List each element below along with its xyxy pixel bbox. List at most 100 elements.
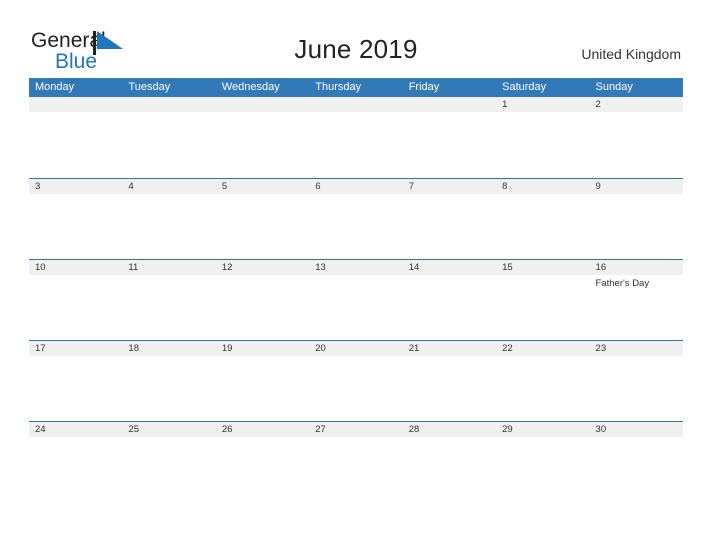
calendar-page: General Blue June 2019 United Kingdom Mo… bbox=[0, 0, 712, 550]
day-number: 2 bbox=[589, 97, 683, 112]
day-number: 18 bbox=[122, 341, 216, 356]
day-cell[interactable]: 18 bbox=[122, 341, 216, 421]
day-number: 5 bbox=[215, 179, 310, 194]
day-cell[interactable] bbox=[122, 97, 216, 178]
day-cell[interactable]: 3 bbox=[29, 179, 123, 259]
day-cell[interactable] bbox=[309, 97, 403, 178]
weekday-header-thursday: Thursday bbox=[315, 81, 362, 93]
day-number: 3 bbox=[29, 179, 123, 194]
day-events bbox=[403, 275, 496, 278]
day-number: 17 bbox=[29, 341, 123, 356]
day-events bbox=[122, 437, 215, 440]
day-events bbox=[403, 356, 496, 359]
day-cell[interactable] bbox=[402, 97, 497, 178]
day-number: 20 bbox=[309, 341, 403, 356]
day-number: 21 bbox=[402, 341, 497, 356]
day-events bbox=[309, 194, 402, 197]
day-cell[interactable]: 11 bbox=[122, 260, 216, 340]
event-label: Father's Day bbox=[595, 278, 650, 289]
day-events bbox=[403, 112, 496, 115]
page-header: General Blue June 2019 United Kingdom bbox=[0, 0, 712, 78]
weekday-header-tuesday: Tuesday bbox=[128, 81, 171, 93]
day-cell[interactable]: 28 bbox=[402, 422, 497, 502]
day-events bbox=[216, 437, 309, 440]
day-cell[interactable]: 14 bbox=[402, 260, 497, 340]
day-cell[interactable]: 25 bbox=[122, 422, 216, 502]
day-cell[interactable]: 4 bbox=[122, 179, 216, 259]
day-events bbox=[29, 112, 122, 115]
day-cell[interactable]: 22 bbox=[496, 341, 590, 421]
day-cell[interactable] bbox=[29, 97, 123, 178]
day-events bbox=[496, 356, 589, 359]
day-number: 14 bbox=[402, 260, 497, 275]
calendar-grid: Monday Tuesday Wednesday Thursday Friday… bbox=[29, 78, 683, 502]
day-events bbox=[496, 437, 589, 440]
day-cell[interactable]: 23 bbox=[589, 341, 683, 421]
day-events bbox=[122, 112, 215, 115]
day-cell[interactable]: 15 bbox=[496, 260, 590, 340]
day-number bbox=[215, 97, 310, 112]
day-number: 30 bbox=[589, 422, 683, 437]
day-events bbox=[122, 275, 215, 278]
day-number: 9 bbox=[589, 179, 683, 194]
day-cell[interactable]: 17 bbox=[29, 341, 123, 421]
day-cell[interactable]: 12 bbox=[215, 260, 310, 340]
day-number: 13 bbox=[309, 260, 403, 275]
country-label: United Kingdom bbox=[581, 46, 681, 62]
day-number bbox=[122, 97, 216, 112]
week-row: 10 11 12 13 14 15 16 Father's Day bbox=[29, 259, 683, 340]
day-cell[interactable]: 19 bbox=[215, 341, 310, 421]
day-events bbox=[309, 112, 402, 115]
day-events bbox=[590, 194, 683, 197]
day-cell[interactable]: 5 bbox=[215, 179, 310, 259]
day-cell[interactable]: 16 Father's Day bbox=[589, 260, 683, 340]
weekday-header-saturday: Saturday bbox=[502, 81, 547, 93]
day-events bbox=[216, 194, 309, 197]
day-number: 19 bbox=[215, 341, 310, 356]
day-events bbox=[496, 112, 589, 115]
day-number bbox=[402, 97, 497, 112]
day-number: 16 bbox=[589, 260, 683, 275]
weekday-header-wednesday: Wednesday bbox=[221, 81, 280, 93]
day-events bbox=[496, 275, 589, 278]
day-events bbox=[590, 437, 683, 440]
week-row: 1 2 bbox=[29, 97, 683, 178]
day-cell[interactable]: 9 bbox=[589, 179, 683, 259]
day-number: 29 bbox=[496, 422, 590, 437]
day-number: 1 bbox=[496, 97, 590, 112]
day-number: 11 bbox=[122, 260, 216, 275]
day-cell[interactable]: 20 bbox=[309, 341, 403, 421]
weekday-header-friday: Friday bbox=[408, 81, 440, 93]
day-number: 27 bbox=[309, 422, 403, 437]
day-cell[interactable]: 29 bbox=[496, 422, 590, 502]
day-cell[interactable]: 2 bbox=[589, 97, 683, 178]
day-events bbox=[122, 194, 215, 197]
day-events bbox=[29, 356, 122, 359]
day-cell[interactable]: 30 bbox=[589, 422, 683, 502]
day-events bbox=[309, 275, 402, 278]
day-cell[interactable]: 26 bbox=[215, 422, 310, 502]
week-row: 3 4 5 6 7 8 9 bbox=[29, 178, 683, 259]
day-cell[interactable]: 1 bbox=[496, 97, 590, 178]
day-events bbox=[403, 437, 496, 440]
day-cell[interactable]: 21 bbox=[402, 341, 497, 421]
weekday-header-monday: Monday bbox=[35, 81, 75, 93]
day-cell[interactable] bbox=[215, 97, 310, 178]
day-events: Father's Day bbox=[590, 275, 683, 290]
day-cell[interactable]: 6 bbox=[309, 179, 403, 259]
day-cell[interactable]: 8 bbox=[496, 179, 590, 259]
day-cell[interactable]: 27 bbox=[309, 422, 403, 502]
day-number: 15 bbox=[496, 260, 590, 275]
weekday-header-sunday: Sunday bbox=[595, 81, 633, 93]
day-number: 10 bbox=[29, 260, 123, 275]
day-number bbox=[309, 97, 403, 112]
day-cell[interactable]: 7 bbox=[402, 179, 497, 259]
day-number: 7 bbox=[402, 179, 497, 194]
weekday-header-row: Monday Tuesday Wednesday Thursday Friday… bbox=[29, 78, 683, 97]
day-events bbox=[403, 194, 496, 197]
day-cell[interactable]: 13 bbox=[309, 260, 403, 340]
day-number: 23 bbox=[589, 341, 683, 356]
day-cell[interactable]: 10 bbox=[29, 260, 123, 340]
day-cell[interactable]: 24 bbox=[29, 422, 123, 502]
day-events bbox=[122, 356, 215, 359]
